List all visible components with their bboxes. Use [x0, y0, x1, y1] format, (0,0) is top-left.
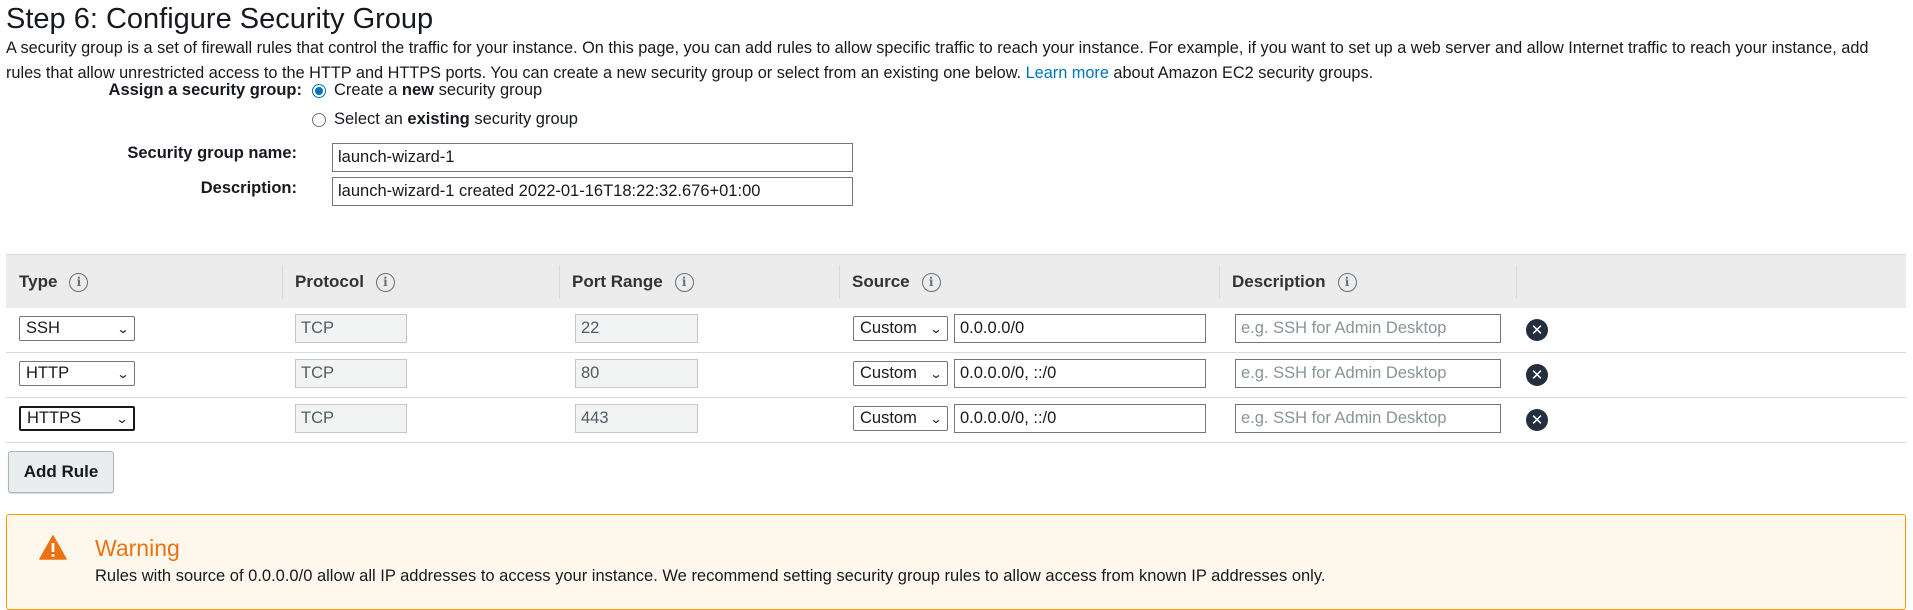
table-header: Type i Protocol i Port Range i Source i Desc… [6, 254, 1906, 308]
chevron-down-icon: ⌄ [929, 321, 943, 336]
port-range-field: 80 [575, 359, 698, 388]
remove-rule-icon[interactable]: ✕ [1526, 319, 1548, 341]
group-description-input[interactable]: launch-wizard-1 created 2022-01-16T18:22… [332, 177, 853, 206]
chevron-down-icon: ⌄ [929, 411, 943, 426]
rule-description-input[interactable]: e.g. SSH for Admin Desktop [1235, 314, 1501, 343]
chevron-down-icon: ⌄ [116, 366, 130, 381]
group-name-input[interactable]: launch-wizard-1 [332, 143, 853, 172]
chevron-down-icon: ⌄ [116, 321, 130, 336]
rule-description-input[interactable]: e.g. SSH for Admin Desktop [1235, 359, 1501, 388]
radio-create-new[interactable]: Create a new security group [312, 81, 542, 100]
protocol-field: TCP [295, 359, 407, 388]
info-icon[interactable]: i [69, 272, 89, 292]
learn-more-link[interactable]: Learn more [1026, 64, 1109, 82]
remove-rule-icon[interactable]: ✕ [1526, 409, 1548, 431]
header-description: Description i [1219, 255, 1357, 309]
group-name-label: Security group name: [127, 144, 297, 162]
warning-alert: Warning Rules with source of 0.0.0.0/0 a… [6, 514, 1906, 610]
info-icon[interactable]: i [1337, 272, 1357, 292]
intro-body: A security group is a set of firewall ru… [6, 39, 1869, 82]
warning-message: Rules with source of 0.0.0.0/0 allow all… [95, 567, 1326, 585]
type-select[interactable]: HTTP ⌄ [19, 361, 135, 386]
chevron-down-icon: ⌄ [929, 366, 943, 381]
radio-select-existing-label: Select an existing security group [334, 110, 578, 128]
rule-description-input[interactable]: e.g. SSH for Admin Desktop [1235, 404, 1501, 433]
info-icon[interactable]: i [674, 272, 694, 292]
radio-select-existing-button[interactable] [312, 112, 326, 127]
chevron-down-icon: ⌄ [115, 411, 129, 426]
source-input[interactable]: 0.0.0.0/0 [954, 314, 1206, 343]
source-select[interactable]: Custom ⌄ [853, 316, 948, 341]
source-select[interactable]: Custom ⌄ [853, 406, 948, 431]
port-range-field: 22 [575, 314, 698, 343]
table-row: HTTP ⌄ TCP 80 Custom ⌄ 0.0.0.0/0, ::/0 e.g… [6, 353, 1906, 398]
table-row: SSH ⌄ TCP 22 Custom ⌄ 0.0.0.0/0 e.g. SSH f… [6, 308, 1906, 353]
radio-create-new-button[interactable] [312, 83, 326, 98]
protocol-field: TCP [295, 404, 407, 433]
radio-create-new-label: Create a new security group [334, 81, 543, 99]
info-icon[interactable]: i [921, 272, 941, 292]
table-row: HTTPS ⌄ TCP 443 Custom ⌄ 0.0.0.0/0, ::/0 e… [6, 398, 1906, 443]
source-input[interactable]: 0.0.0.0/0, ::/0 [954, 359, 1206, 388]
radio-select-existing[interactable]: Select an existing security group [312, 110, 578, 129]
protocol-field: TCP [295, 314, 407, 343]
header-source: Source i [839, 255, 941, 309]
source-input[interactable]: 0.0.0.0/0, ::/0 [954, 404, 1206, 433]
type-select[interactable]: HTTPS ⌄ [19, 406, 135, 431]
page-title: Step 6: Configure Security Group [6, 3, 434, 35]
add-rule-button[interactable]: Add Rule [8, 451, 114, 493]
group-description-label: Description: [200, 179, 297, 197]
info-icon[interactable]: i [375, 272, 395, 292]
type-select[interactable]: SSH ⌄ [19, 316, 135, 341]
port-range-field: 443 [575, 404, 698, 433]
remove-rule-icon[interactable]: ✕ [1526, 364, 1548, 386]
column-divider [1516, 265, 1517, 299]
intro-text: A security group is a set of firewall ru… [6, 36, 1906, 86]
source-select[interactable]: Custom ⌄ [853, 361, 948, 386]
header-type: Type i [6, 255, 89, 309]
assign-group-label: Assign a security group: [108, 81, 302, 99]
intro-tail: about Amazon EC2 security groups. [1113, 64, 1374, 82]
warning-icon [39, 535, 67, 560]
header-protocol: Protocol i [282, 255, 395, 309]
rules-table: Type i Protocol i Port Range i Source i Desc… [6, 254, 1906, 443]
header-port-range: Port Range i [559, 255, 694, 309]
warning-title: Warning [95, 535, 180, 561]
